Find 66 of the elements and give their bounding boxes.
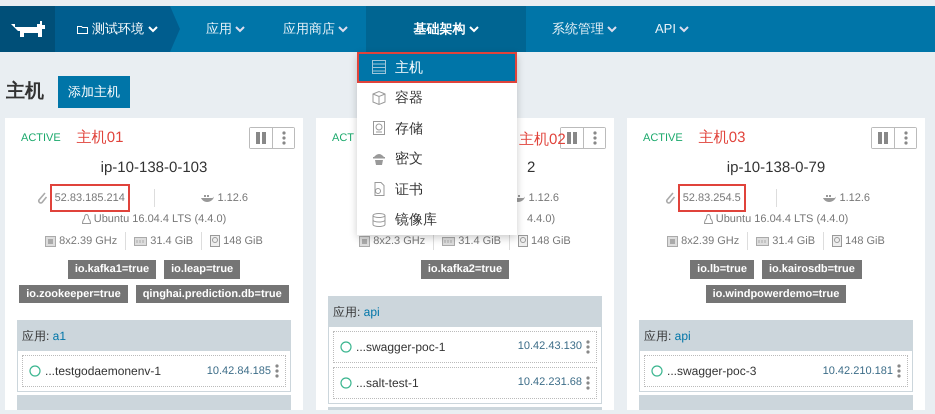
stack-name: api <box>674 329 691 343</box>
disk-text: 148 GiB <box>845 234 885 249</box>
cpu-text: 8x2.39 GHz <box>681 234 740 249</box>
container-name: ...swagger-poc-1 <box>356 338 446 356</box>
hostname-text: 2 <box>527 158 536 178</box>
annotation-text: 主机02 <box>519 130 566 150</box>
add-host-button[interactable]: 添加主机 <box>58 76 130 108</box>
container-row[interactable]: ...salt-test-1 10.42.231.68 <box>333 366 597 398</box>
stack-name: api <box>364 304 380 318</box>
nav-tab[interactable]: 应用商店 <box>271 6 360 52</box>
label-tag: io.kafka2=true <box>420 260 510 278</box>
label-tag: io.leap=true <box>164 260 240 278</box>
stack-name: a1 <box>52 329 66 343</box>
nav-tab[interactable]: 应用 <box>194 6 257 52</box>
stack-header: 应用: api <box>640 321 912 351</box>
label-tag: qinghai.prediction.db=true <box>136 284 289 303</box>
container-ip: 10.42.210.181 <box>822 364 893 379</box>
label-tag: io.lb=true <box>690 260 754 278</box>
environment-menu[interactable]: 测试环境 <box>55 6 180 52</box>
docker-version-text: 1.12.6 <box>528 190 560 206</box>
docker-version-text: 1.12.6 <box>839 190 870 206</box>
container-ip: 10.42.43.130 <box>518 339 582 354</box>
menu-item[interactable]: 密文 <box>357 144 517 174</box>
label-tag: io.windpowerdemo=true <box>706 284 846 303</box>
hostname-text: ip-10-138-0-103 <box>100 159 208 176</box>
container-ip: 10.42.84.185 <box>206 364 271 379</box>
os-text: Ubuntu 16.04.4 LTS (4.4.0) <box>716 212 848 227</box>
menu-item[interactable]: 主机 <box>357 52 517 82</box>
cpu-text: 8x2.3 GHz <box>373 234 426 249</box>
menu-item[interactable]: 容器 <box>357 82 517 113</box>
container-name: ...salt-test-1 <box>356 374 419 392</box>
status-text: ACTIVE <box>643 130 683 146</box>
docker-version-text: 1.12.6 <box>217 190 248 206</box>
page-title: 主机 <box>6 80 44 104</box>
label-tag: io.zookeeper=true <box>19 284 128 303</box>
container-row[interactable]: ...testgodaemonenv-1 10.42.84.185 <box>22 355 286 387</box>
menu-item[interactable]: 镜像库 <box>357 204 517 235</box>
nav-tab[interactable]: 基础架构 <box>366 6 526 52</box>
nav-tab[interactable]: API <box>643 6 701 52</box>
cpu-text: 8x2.39 GHz <box>59 234 118 249</box>
os-text: Ubuntu 16.04.4 LTS (4.4.0) <box>94 212 226 227</box>
menu-item[interactable]: 存储 <box>357 113 517 144</box>
annotation-text: 主机01 <box>76 128 124 148</box>
container-ip: 10.42.231.68 <box>518 375 582 390</box>
annotation-text: 主机03 <box>698 128 746 148</box>
container-name: ...swagger-poc-3 <box>667 363 756 380</box>
status-text: ACT <box>332 130 354 146</box>
ip-address-text: 52.83.254.5 <box>678 184 746 212</box>
status-text: ACTIVE <box>21 130 61 146</box>
ip-address-text: 52.83.185.214 <box>50 184 130 212</box>
label-tag: io.kairosdb=true <box>762 260 862 278</box>
memory-text: 31.4 GiB <box>772 234 816 249</box>
container-name: ...testgodaemonenv-1 <box>45 363 162 380</box>
stack-header: 应用: a1 <box>18 321 290 351</box>
stack-header: 应用: api <box>329 296 601 326</box>
disk-text: 148 GiB <box>223 234 263 249</box>
container-row[interactable]: ...swagger-poc-3 10.42.210.181 <box>644 355 908 387</box>
disk-text: 148 GiB <box>531 234 571 249</box>
container-row[interactable]: ...swagger-poc-1 10.42.43.130 <box>333 330 597 362</box>
hostname-text: ip-10-138-0-79 <box>726 159 826 176</box>
label-tag: io.kafka1=true <box>68 260 156 278</box>
nav-tab[interactable]: 系统管理 <box>540 6 629 52</box>
memory-text: 31.4 GiB <box>458 234 502 249</box>
os-text: 4.4.0) <box>527 212 556 227</box>
menu-item[interactable]: 证书 <box>357 174 517 204</box>
memory-text: 31.4 GiB <box>150 234 194 249</box>
